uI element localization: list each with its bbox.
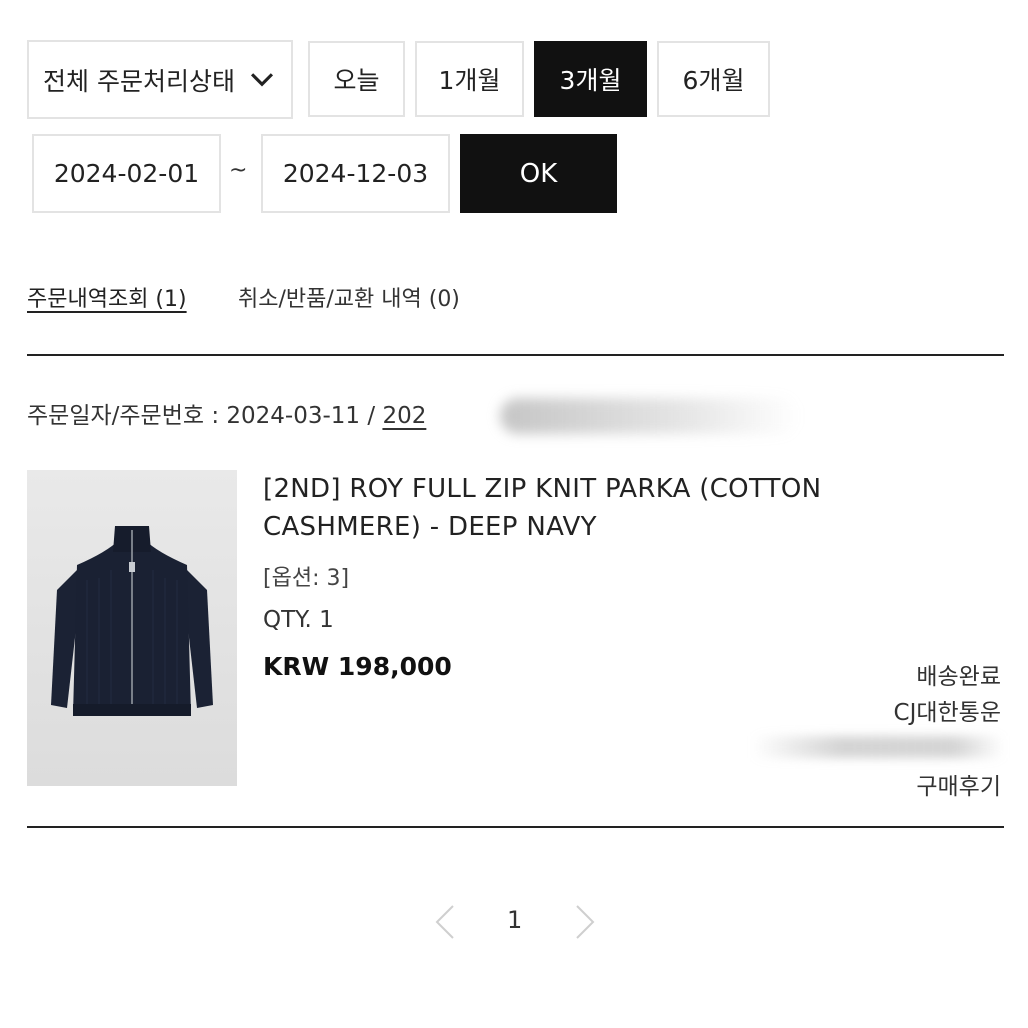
- chevron-left-icon[interactable]: [433, 902, 457, 942]
- period-button-6-months[interactable]: 6개월: [657, 41, 770, 117]
- redacted-tracking-number: [752, 736, 1004, 758]
- period-button-3-months[interactable]: 3개월: [534, 41, 647, 117]
- delivery-status: 배송완료: [916, 664, 1001, 690]
- order-status-select-value: 전체 주문처리상태: [43, 66, 235, 96]
- order-date-number: 주문일자/주문번호 : 2024-03-11 / 202: [27, 396, 426, 430]
- write-review-link[interactable]: 구매후기: [916, 767, 1001, 801]
- date-range-separator: ~: [229, 158, 248, 183]
- order-number-link[interactable]: 202: [382, 403, 426, 429]
- product-option: [옵션: 3]: [263, 566, 350, 591]
- knit-parka-image: [51, 526, 213, 716]
- redacted-order-number: [500, 398, 800, 434]
- tab-order-history[interactable]: 주문내역조회 (1): [27, 281, 187, 313]
- order-status-select[interactable]: 전체 주문처리상태: [27, 40, 293, 119]
- page-number[interactable]: 1: [507, 906, 522, 934]
- product-name[interactable]: [2ND] ROY FULL ZIP KNIT PARKA (COTTON CA…: [263, 470, 903, 546]
- product-image[interactable]: [27, 470, 237, 786]
- product-price: KRW 198,000: [263, 652, 452, 681]
- courier-name: CJ대한통운: [893, 700, 1001, 726]
- divider: [27, 826, 1004, 828]
- period-button-1-month[interactable]: 1개월: [415, 41, 524, 117]
- product-quantity: QTY. 1: [263, 607, 334, 633]
- chevron-down-icon: [250, 72, 274, 86]
- tab-cancel-return-exchange[interactable]: 취소/반품/교환 내역 (0): [238, 281, 460, 313]
- chevron-right-icon[interactable]: [573, 902, 597, 942]
- ok-button[interactable]: OK: [460, 134, 617, 213]
- period-button-today[interactable]: 오늘: [308, 41, 405, 117]
- end-date-field[interactable]: 2024-12-03: [261, 134, 450, 213]
- divider: [27, 354, 1004, 356]
- start-date-field[interactable]: 2024-02-01: [32, 134, 221, 213]
- order-date-label: 주문일자/주문번호 : 2024-03-11 /: [27, 403, 383, 429]
